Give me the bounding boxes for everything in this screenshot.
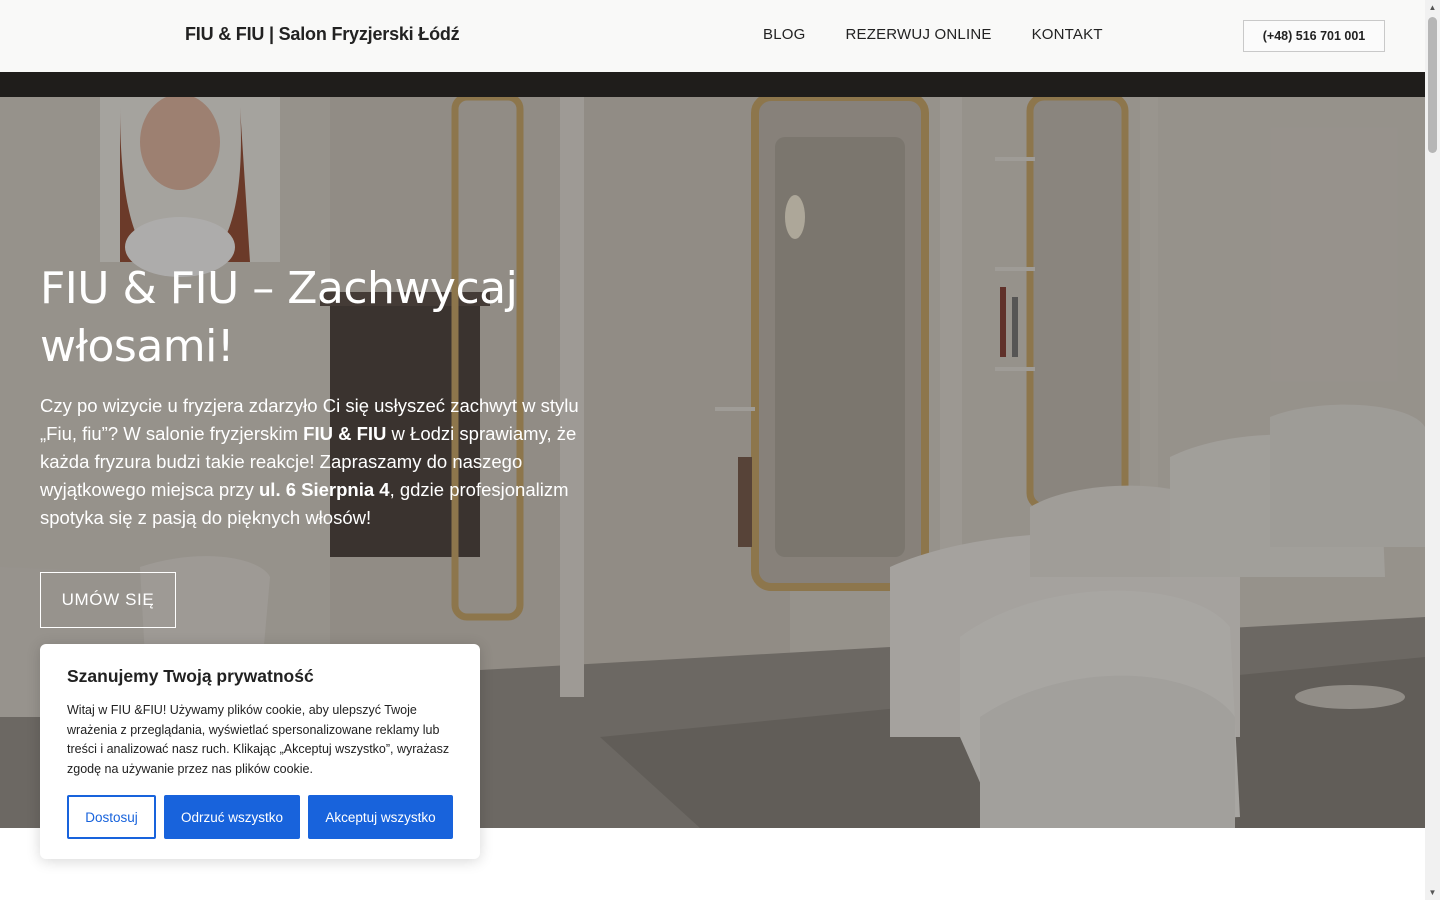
- cookie-consent-dialog: Szanujemy Twoją prywatność Witaj w FIU &…: [40, 644, 480, 859]
- hero-description: Czy po wizycie u fryzjera zdarzyło Ci si…: [40, 392, 585, 532]
- cookie-dialog-title: Szanujemy Twoją prywatność: [67, 666, 314, 686]
- phone-button[interactable]: (+48) 516 701 001: [1243, 20, 1385, 52]
- book-appointment-button[interactable]: UMÓW SIĘ: [40, 572, 176, 628]
- nav-item-blog[interactable]: BLOG: [763, 26, 805, 43]
- triangle-down-icon[interactable]: ▼: [1425, 885, 1440, 900]
- cookie-reject-all-button[interactable]: Odrzuć wszystko: [164, 795, 300, 839]
- cookie-accept-all-button[interactable]: Akceptuj wszystko: [308, 795, 453, 839]
- site-title-link[interactable]: FIU & FIU | Salon Fryzjerski Łódź: [185, 24, 460, 45]
- triangle-up-icon[interactable]: ▲: [1425, 0, 1440, 15]
- scrollbar-thumb[interactable]: [1428, 17, 1437, 153]
- page-scrollbar[interactable]: ▲ ▼: [1425, 0, 1440, 900]
- site-header: FIU & FIU | Salon Fryzjerski Łódź BLOG R…: [0, 0, 1425, 72]
- cookie-customize-button[interactable]: Dostosuj: [67, 795, 156, 839]
- main-nav: BLOG REZERWUJ ONLINE KONTAKT: [763, 26, 1103, 43]
- nav-item-rezerwuj-online[interactable]: REZERWUJ ONLINE: [845, 26, 991, 43]
- nav-item-kontakt[interactable]: KONTAKT: [1032, 26, 1103, 43]
- hero-text-address: ul. 6 Sierpnia 4: [259, 479, 390, 500]
- cookie-dialog-text: Witaj w FIU &FIU! Używamy plików cookie,…: [67, 703, 450, 776]
- hero-title: FIU & FIU – Zachwycaj włosami!: [40, 263, 518, 372]
- cookie-dialog-actions: Dostosuj Odrzuć wszystko Akceptuj wszyst…: [67, 795, 453, 839]
- header-divider-strip: [0, 72, 1425, 97]
- hero-text-salon-name: FIU & FIU: [303, 423, 387, 444]
